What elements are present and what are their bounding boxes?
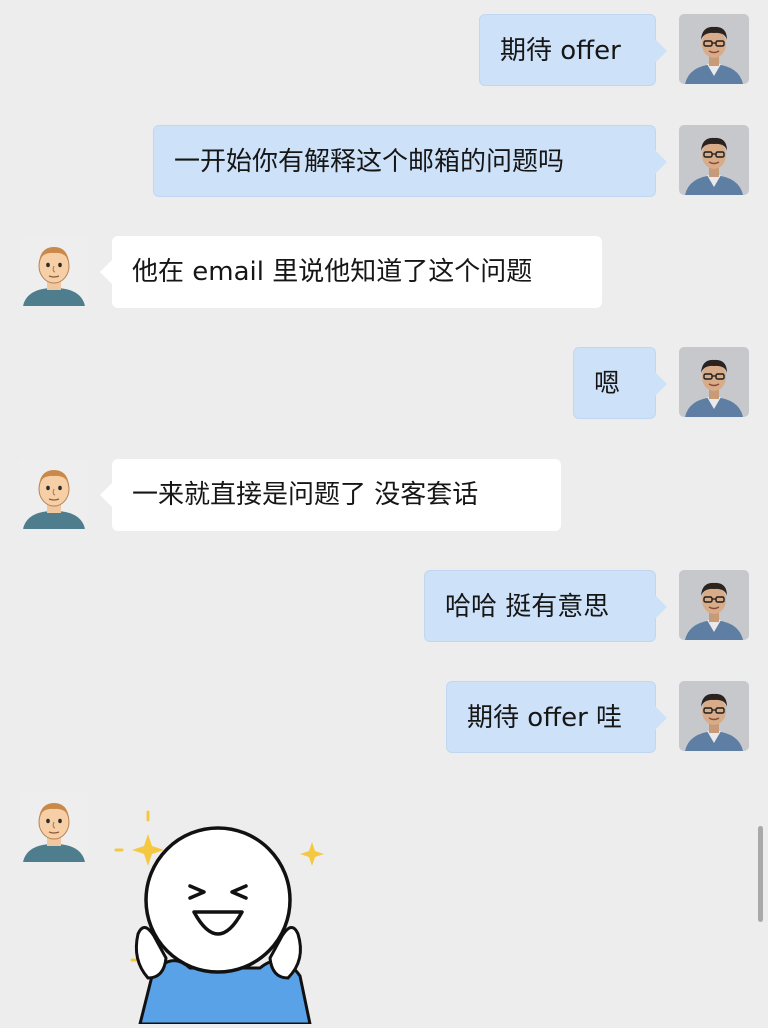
message-row: 他在 email 里说他知道了这个问题 <box>0 236 768 308</box>
received-message-bubble[interactable]: 一来就直接是问题了 没客套话 <box>100 459 561 531</box>
avatar-self[interactable] <box>679 681 749 751</box>
sent-message-bubble[interactable]: 期待 offer <box>479 14 667 86</box>
message-text: 嗯 <box>594 369 621 399</box>
message-text: 一开始你有解释这个邮箱的问题吗 <box>174 147 565 177</box>
avatar-contact[interactable] <box>19 236 89 306</box>
message-text: 他在 email 里说他知道了这个问题 <box>132 257 533 287</box>
scrollbar[interactable] <box>758 826 763 922</box>
message-row: 一开始你有解释这个邮箱的问题吗 <box>0 125 768 197</box>
sent-message-bubble[interactable]: 哈哈 挺有意思 <box>424 570 667 642</box>
message-row: 期待 offer 哇 <box>0 681 768 753</box>
message-text: 期待 offer <box>500 36 621 66</box>
message-row: 期待 offer <box>0 14 768 86</box>
message-text: 期待 offer 哇 <box>467 703 623 733</box>
message-row: 哈哈 挺有意思 <box>0 570 768 642</box>
received-message-bubble[interactable]: 他在 email 里说他知道了这个问题 <box>100 236 602 308</box>
avatar-self[interactable] <box>679 14 749 84</box>
avatar-self[interactable] <box>679 347 749 417</box>
message-row: 一来就直接是问题了 没客套话 <box>0 459 768 531</box>
sent-message-bubble[interactable]: 嗯 <box>573 347 667 419</box>
sent-message-bubble[interactable]: 一开始你有解释这个邮箱的问题吗 <box>153 125 667 197</box>
avatar-contact[interactable] <box>19 459 89 529</box>
avatar-self[interactable] <box>679 125 749 195</box>
sent-message-bubble[interactable]: 期待 offer 哇 <box>446 681 667 753</box>
smiling-face-sticker[interactable] <box>110 800 340 1026</box>
message-row: 嗯 <box>0 347 768 419</box>
avatar-self[interactable] <box>679 570 749 640</box>
avatar-contact[interactable] <box>19 792 89 862</box>
message-text: 一来就直接是问题了 没客套话 <box>132 480 479 510</box>
message-text: 哈哈 挺有意思 <box>445 592 610 622</box>
